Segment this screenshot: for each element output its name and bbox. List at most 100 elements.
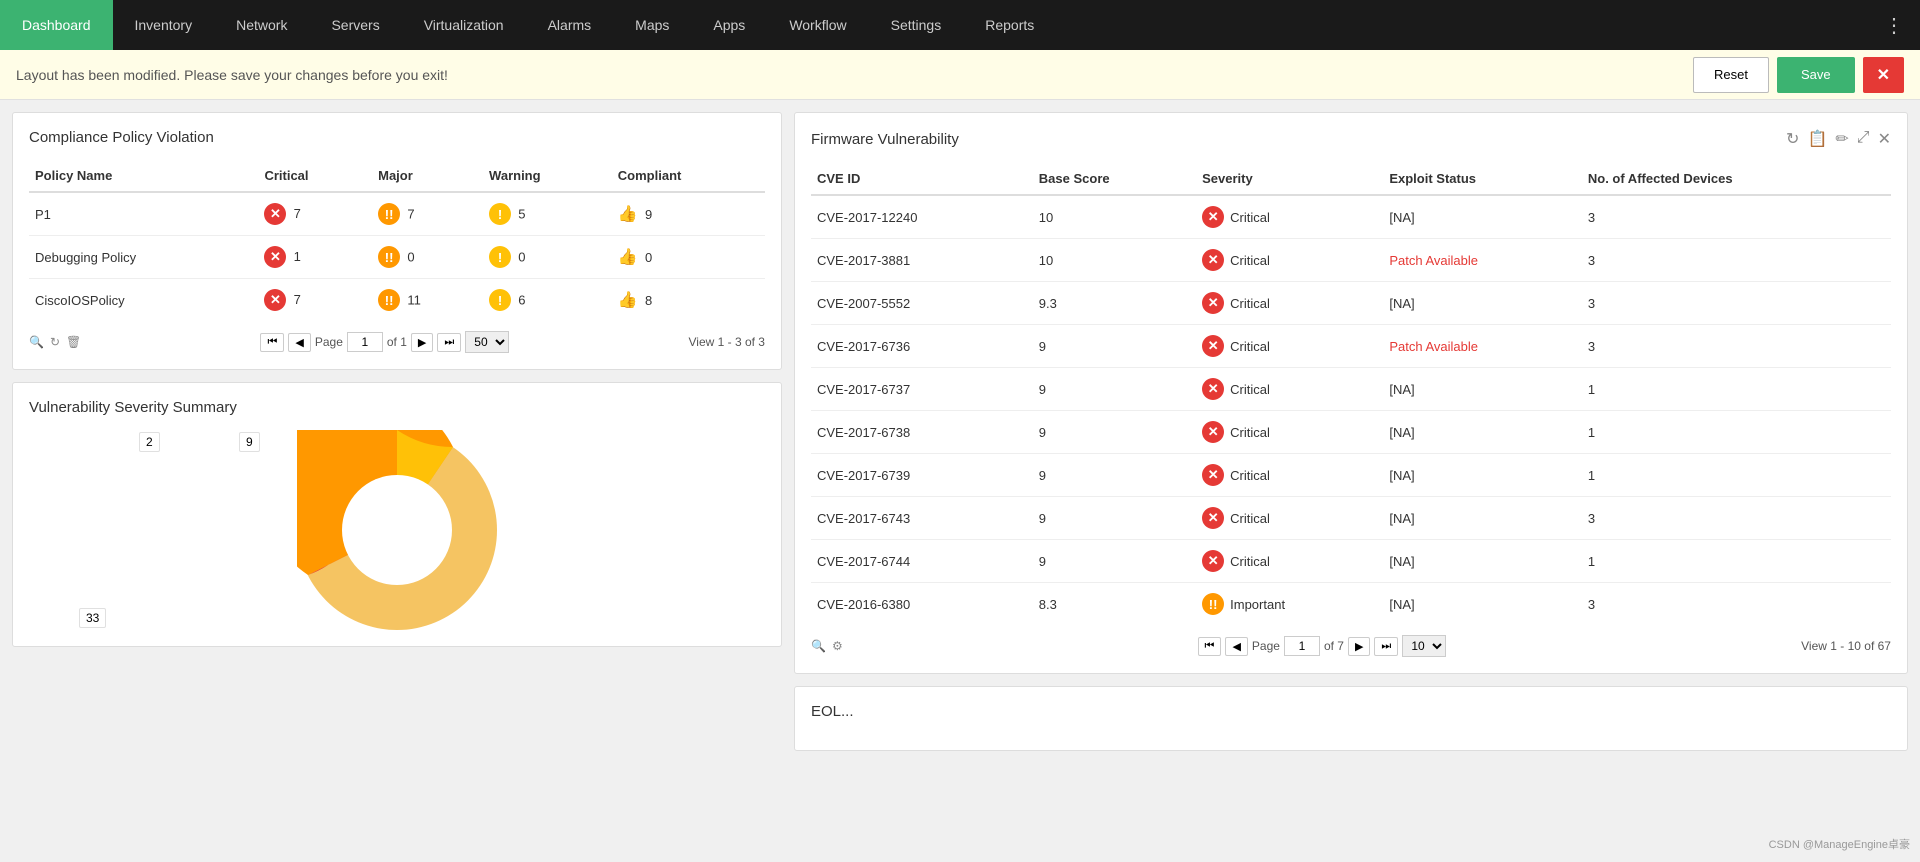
cve-id-cell: CVE-2017-6736 — [811, 325, 1033, 368]
table-row: CVE-2017-6744 9 ✕ Critical [NA] 1 — [811, 540, 1891, 583]
compliance-card: Compliance Policy Violation Policy Name … — [12, 112, 782, 370]
nav-maps[interactable]: Maps — [613, 0, 691, 50]
nav-settings[interactable]: Settings — [869, 0, 964, 50]
warning-cell: ! 6 — [483, 279, 612, 322]
warning-cell: ! 5 — [483, 192, 612, 236]
next-page-btn[interactable]: ▶ — [411, 333, 433, 352]
nav-apps[interactable]: Apps — [691, 0, 767, 50]
compliance-per-page-select[interactable]: 50 25 10 — [465, 331, 509, 353]
exploit-status-cell: [NA] — [1383, 454, 1582, 497]
table-row: CVE-2016-6380 8.3 !! Important [NA] 3 — [811, 583, 1891, 626]
patch-available-link[interactable]: Patch Available — [1389, 339, 1478, 354]
base-score-cell: 10 — [1033, 239, 1196, 282]
firmware-search-icon[interactable]: 🔍 — [811, 639, 826, 653]
critical-cell: ✕ 7 — [258, 192, 372, 236]
firmware-per-page-select[interactable]: 10 25 50 — [1402, 635, 1446, 657]
pie-label-2: 2 — [139, 432, 160, 452]
col-exploit-status: Exploit Status — [1383, 163, 1582, 195]
nav-virtualization[interactable]: Virtualization — [402, 0, 526, 50]
major-icon: !! — [378, 246, 400, 268]
maximize-icon[interactable]: ⤢ — [1857, 129, 1870, 149]
major-cell: !! 11 — [372, 279, 483, 322]
affected-devices-cell: 3 — [1582, 325, 1891, 368]
severity-cell: ✕ Critical — [1196, 195, 1383, 239]
compliance-pagination-center: ⏮ ◀ Page of 1 ▶ ⏭ 50 25 10 — [260, 331, 509, 353]
cve-id-cell: CVE-2017-6739 — [811, 454, 1033, 497]
firmware-of-label: of 7 — [1324, 639, 1344, 653]
severity-label: Critical — [1230, 382, 1270, 397]
banner-message: Layout has been modified. Please save yo… — [16, 67, 448, 83]
nav-alarms[interactable]: Alarms — [526, 0, 614, 50]
warning-icon: ! — [489, 203, 511, 225]
firmware-page-input[interactable] — [1284, 636, 1320, 656]
exploit-status-cell: [NA] — [1383, 411, 1582, 454]
exploit-status-cell: [NA] — [1383, 540, 1582, 583]
firmware-last-page[interactable]: ⏭ — [1374, 637, 1398, 656]
nav-network[interactable]: Network — [214, 0, 309, 50]
patch-available-link[interactable]: Patch Available — [1389, 253, 1478, 268]
severity-critical-icon: ✕ — [1202, 464, 1224, 486]
warning-icon: ! — [489, 246, 511, 268]
exploit-status-cell: Patch Available — [1383, 325, 1582, 368]
nav-dashboard[interactable]: Dashboard — [0, 0, 113, 50]
severity-cell: !! Important — [1196, 583, 1383, 626]
cve-id-cell: CVE-2017-6738 — [811, 411, 1033, 454]
firmware-next-page[interactable]: ▶ — [1348, 637, 1370, 656]
search-icon[interactable]: 🔍 — [29, 335, 44, 349]
policy-name-cell: CiscoIOSPolicy — [29, 279, 258, 322]
nav-workflow[interactable]: Workflow — [767, 0, 868, 50]
table-row: CVE-2017-6736 9 ✕ Critical Patch Availab… — [811, 325, 1891, 368]
main-content: Compliance Policy Violation Policy Name … — [0, 100, 1920, 862]
close-card-icon[interactable]: ✕ — [1878, 129, 1891, 149]
col-compliant: Compliant — [612, 160, 765, 192]
close-banner-button[interactable]: ✕ — [1863, 57, 1904, 93]
refresh-icon[interactable]: ↻ — [50, 335, 60, 349]
firmware-first-page[interactable]: ⏮ — [1198, 637, 1222, 656]
firmware-header-actions: ↻ 📋 ✏ ⤢ ✕ — [1786, 129, 1891, 149]
severity-cell: ✕ Critical — [1196, 497, 1383, 540]
col-base-score: Base Score — [1033, 163, 1196, 195]
save-button[interactable]: Save — [1777, 57, 1855, 93]
prev-page-btn[interactable]: ◀ — [288, 333, 310, 352]
base-score-cell: 9 — [1033, 411, 1196, 454]
exploit-status-cell: [NA] — [1383, 497, 1582, 540]
firmware-prev-page[interactable]: ◀ — [1225, 637, 1247, 656]
exploit-status-text: [NA] — [1389, 296, 1414, 311]
severity-critical-icon: ✕ — [1202, 335, 1224, 357]
exploit-status-cell: [NA] — [1383, 282, 1582, 325]
compliant-cell: 👍 8 — [612, 279, 765, 322]
affected-devices-cell: 1 — [1582, 368, 1891, 411]
compliance-page-input[interactable] — [347, 332, 383, 352]
nav-reports[interactable]: Reports — [963, 0, 1056, 50]
nav-inventory[interactable]: Inventory — [113, 0, 215, 50]
firmware-table: CVE ID Base Score Severity Exploit Statu… — [811, 163, 1891, 625]
firmware-pagination-left: 🔍 ⚙ — [811, 639, 843, 653]
table-row: CVE-2017-12240 10 ✕ Critical [NA] 3 — [811, 195, 1891, 239]
compliance-view-text: View 1 - 3 of 3 — [688, 335, 765, 349]
export-icon[interactable]: 📋 — [1807, 129, 1827, 149]
firmware-pagination-center: ⏮ ◀ Page of 7 ▶ ⏭ 10 25 50 — [1198, 635, 1447, 657]
nav-servers[interactable]: Servers — [309, 0, 401, 50]
critical-cell: ✕ 7 — [258, 279, 372, 322]
exploit-status-text: [NA] — [1389, 210, 1414, 225]
nav-more-icon[interactable]: ⋮ — [1868, 0, 1920, 50]
delete-icon[interactable]: 🗑 — [66, 335, 81, 349]
base-score-cell: 9 — [1033, 325, 1196, 368]
severity-label: Critical — [1230, 554, 1270, 569]
cve-id-cell: CVE-2016-6380 — [811, 583, 1033, 626]
severity-label: Critical — [1230, 425, 1270, 440]
reset-button[interactable]: Reset — [1693, 57, 1769, 93]
firmware-settings-icon[interactable]: ⚙ — [832, 639, 843, 653]
exploit-status-cell: [NA] — [1383, 368, 1582, 411]
refresh-card-icon[interactable]: ↻ — [1786, 129, 1799, 149]
exploit-status-text: [NA] — [1389, 554, 1414, 569]
exploit-status-text: [NA] — [1389, 382, 1414, 397]
col-affected-devices: No. of Affected Devices — [1582, 163, 1891, 195]
last-page-btn[interactable]: ⏭ — [437, 333, 461, 352]
first-page-btn[interactable]: ⏮ — [260, 333, 284, 352]
severity-critical-icon: ✕ — [1202, 292, 1224, 314]
edit-icon[interactable]: ✏ — [1835, 129, 1848, 149]
severity-label: Critical — [1230, 210, 1270, 225]
base-score-cell: 9 — [1033, 540, 1196, 583]
severity-critical-icon: ✕ — [1202, 249, 1224, 271]
